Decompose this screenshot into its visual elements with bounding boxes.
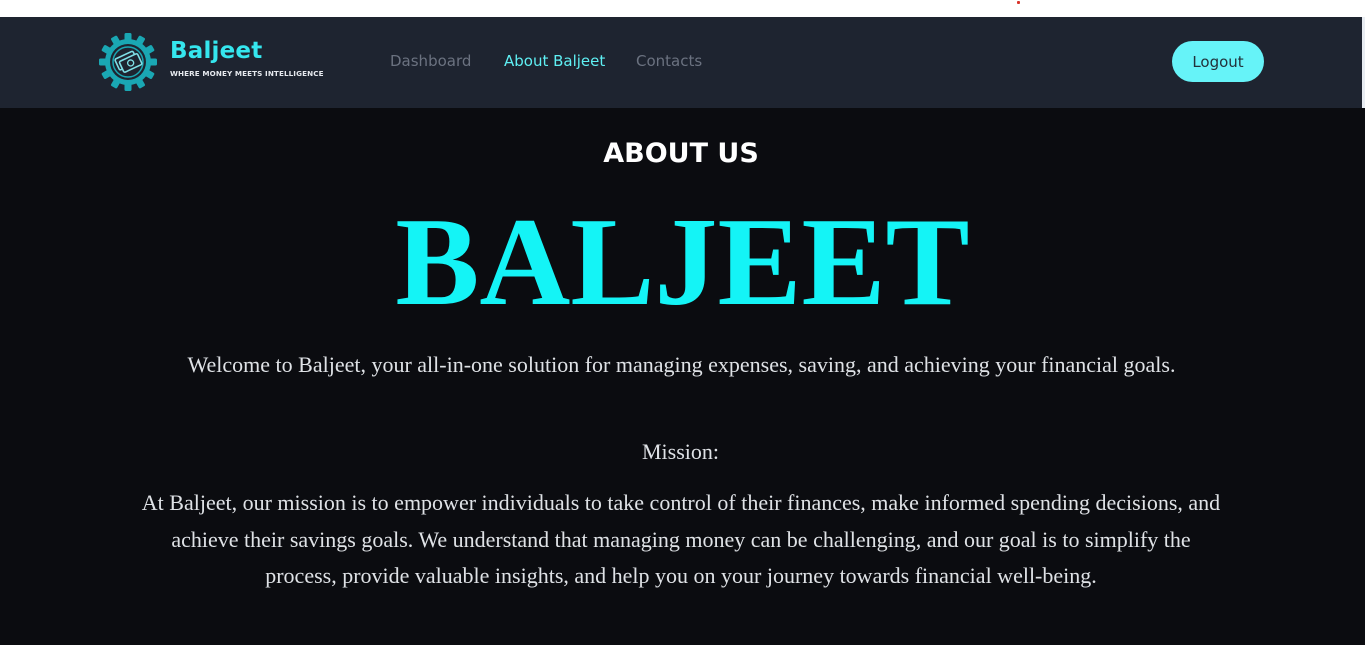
nav-link-dashboard[interactable]: Dashboard (390, 52, 471, 70)
nav-link-about[interactable]: About Baljeet (504, 52, 605, 70)
indicator-dot (1017, 1, 1020, 4)
mission-label: Mission: (641, 439, 720, 464)
brand-name[interactable]: Baljeet (170, 38, 262, 64)
page-heading: ABOUT US (603, 138, 759, 169)
money-gear-icon[interactable] (98, 32, 158, 92)
brand-tagline: WHERE MONEY MEETS INTELLIGENCE (170, 69, 324, 78)
browser-top-strip (0, 0, 1365, 17)
welcome-text: Welcome to Baljeet, your all-in-one solu… (187, 352, 1176, 377)
page: Baljeet WHERE MONEY MEETS INTELLIGENCE D… (0, 0, 1365, 645)
hero-title: BALJEET (395, 193, 970, 332)
nav-link-contacts[interactable]: Contacts (636, 52, 702, 70)
mission-text: At Baljeet, our mission is to empower in… (141, 490, 1221, 588)
logout-button[interactable]: Logout (1172, 41, 1264, 82)
